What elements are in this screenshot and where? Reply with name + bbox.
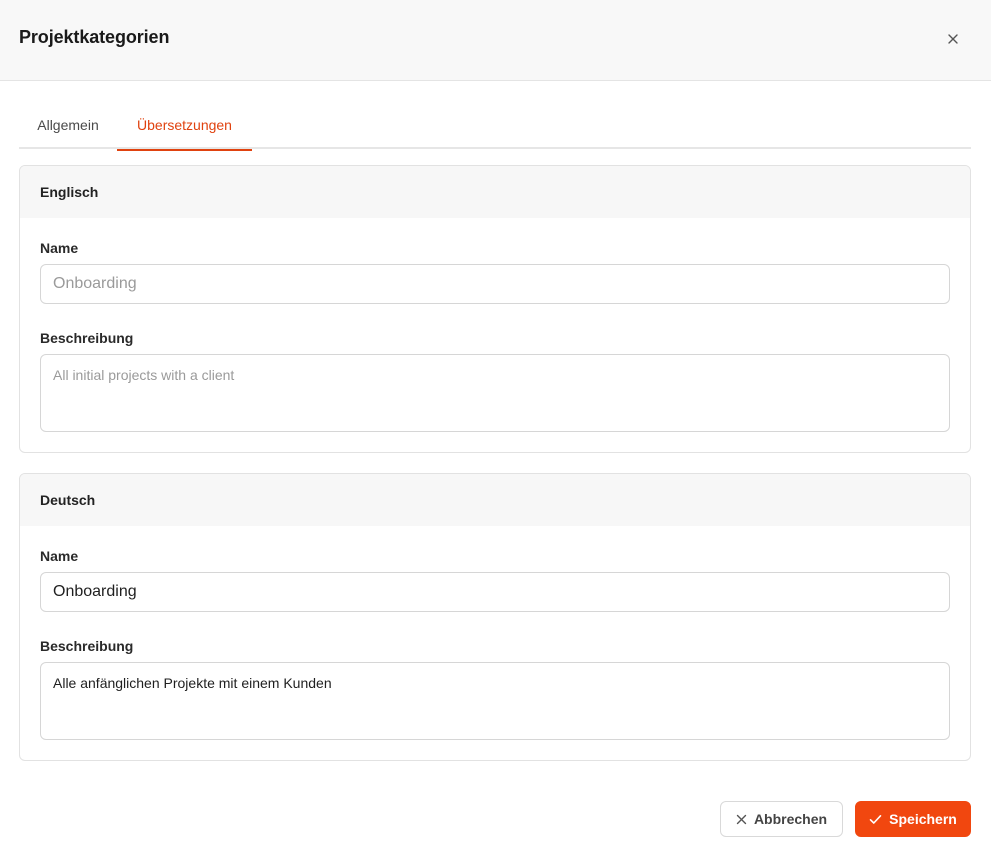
tab-general[interactable]: Allgemein	[19, 100, 117, 149]
name-label: Name	[40, 240, 79, 256]
dialog-header: Projektkategorien	[0, 0, 991, 81]
check-icon	[869, 814, 882, 824]
language-title: Deutsch	[40, 492, 96, 508]
dialog-title: Projektkategorien	[19, 27, 170, 47]
save-button[interactable]: Speichern	[855, 801, 971, 837]
close-icon	[948, 34, 958, 44]
card-header: Deutsch	[20, 474, 970, 526]
translation-card-german: Deutsch Name Beschreibung Alle anfänglic…	[19, 473, 971, 761]
cancel-label: Abbrechen	[753, 811, 828, 827]
name-input-german[interactable]	[40, 572, 950, 612]
save-label: Speichern	[889, 811, 957, 827]
card-header: Englisch	[20, 166, 970, 218]
cancel-button[interactable]: Abbrechen	[720, 801, 843, 837]
description-textarea-english[interactable]	[40, 354, 950, 432]
close-button[interactable]	[940, 26, 966, 52]
x-icon	[736, 814, 747, 824]
tab-bar: Allgemein Übersetzungen	[19, 100, 971, 151]
name-label: Name	[40, 548, 79, 564]
translation-card-english: Englisch Name Beschreibung	[19, 165, 971, 453]
description-textarea-german[interactable]: Alle anfänglichen Projekte mit einem Kun…	[40, 662, 950, 740]
project-categories-dialog: Projektkategorien Allgemein Übersetzunge…	[0, 0, 991, 865]
name-input-english[interactable]	[40, 264, 950, 304]
description-label: Beschreibung	[40, 638, 134, 654]
description-label: Beschreibung	[40, 330, 134, 346]
tab-translations[interactable]: Übersetzungen	[117, 100, 252, 151]
language-title: Englisch	[40, 184, 99, 200]
